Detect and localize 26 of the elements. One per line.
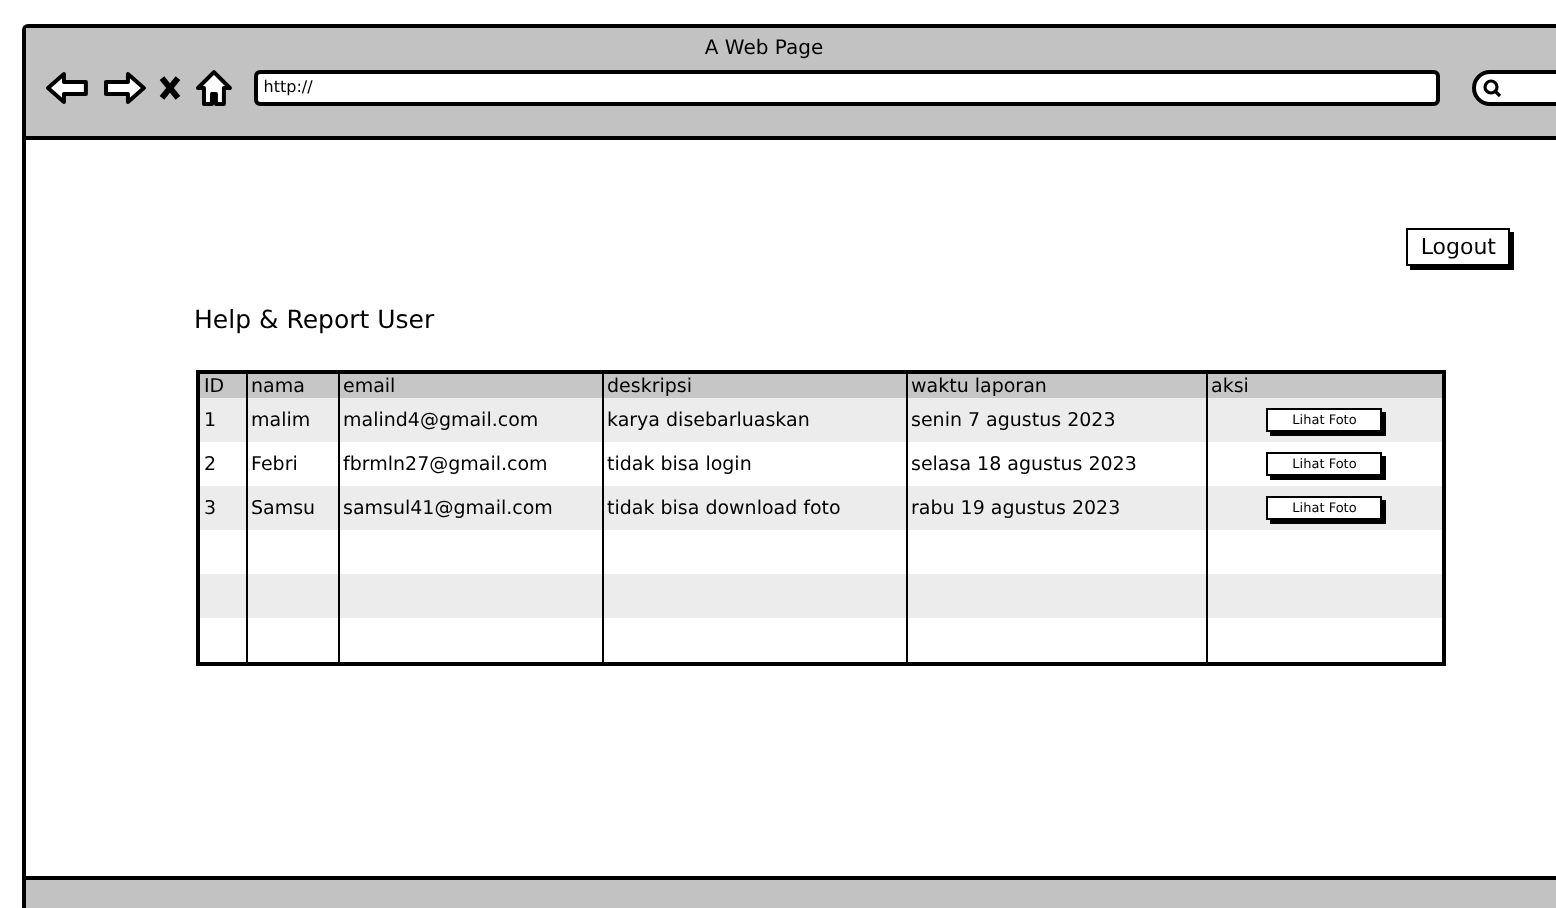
table-cell: karya disebarluaskan (602, 398, 906, 442)
table-cell: 1 (198, 398, 246, 442)
column-header: email (338, 372, 602, 398)
column-header: ID (198, 372, 246, 398)
table-cell: tidak bisa download foto (602, 486, 906, 530)
table-cell: rabu 19 agustus 2023 (906, 486, 1206, 530)
search-icon (1482, 78, 1503, 98)
home-icon[interactable] (193, 68, 234, 108)
page-title: Help & Report User (194, 304, 437, 334)
search-field[interactable] (1472, 70, 1556, 106)
back-icon[interactable] (46, 70, 90, 106)
logout-button[interactable]: Logout (1406, 228, 1510, 266)
column-header: nama (246, 372, 338, 398)
address-field[interactable]: http:// (253, 70, 1441, 106)
table-cell: Samsu (246, 486, 338, 530)
close-icon[interactable] (157, 74, 182, 102)
column-header: aksi (1206, 372, 1444, 398)
forward-icon[interactable] (101, 70, 146, 106)
table-cell: malim (246, 398, 338, 442)
column-header: deskripsi (602, 372, 906, 398)
table-cell: senin 7 agustus 2023 (906, 398, 1206, 442)
table-cell: 3 (198, 486, 246, 530)
column-header: waktu laporan (906, 372, 1206, 398)
table-cell: malind4@gmail.com (338, 398, 602, 442)
window-title: A Web Page (704, 38, 824, 60)
table-cell: samsul41@gmail.com (338, 486, 602, 530)
